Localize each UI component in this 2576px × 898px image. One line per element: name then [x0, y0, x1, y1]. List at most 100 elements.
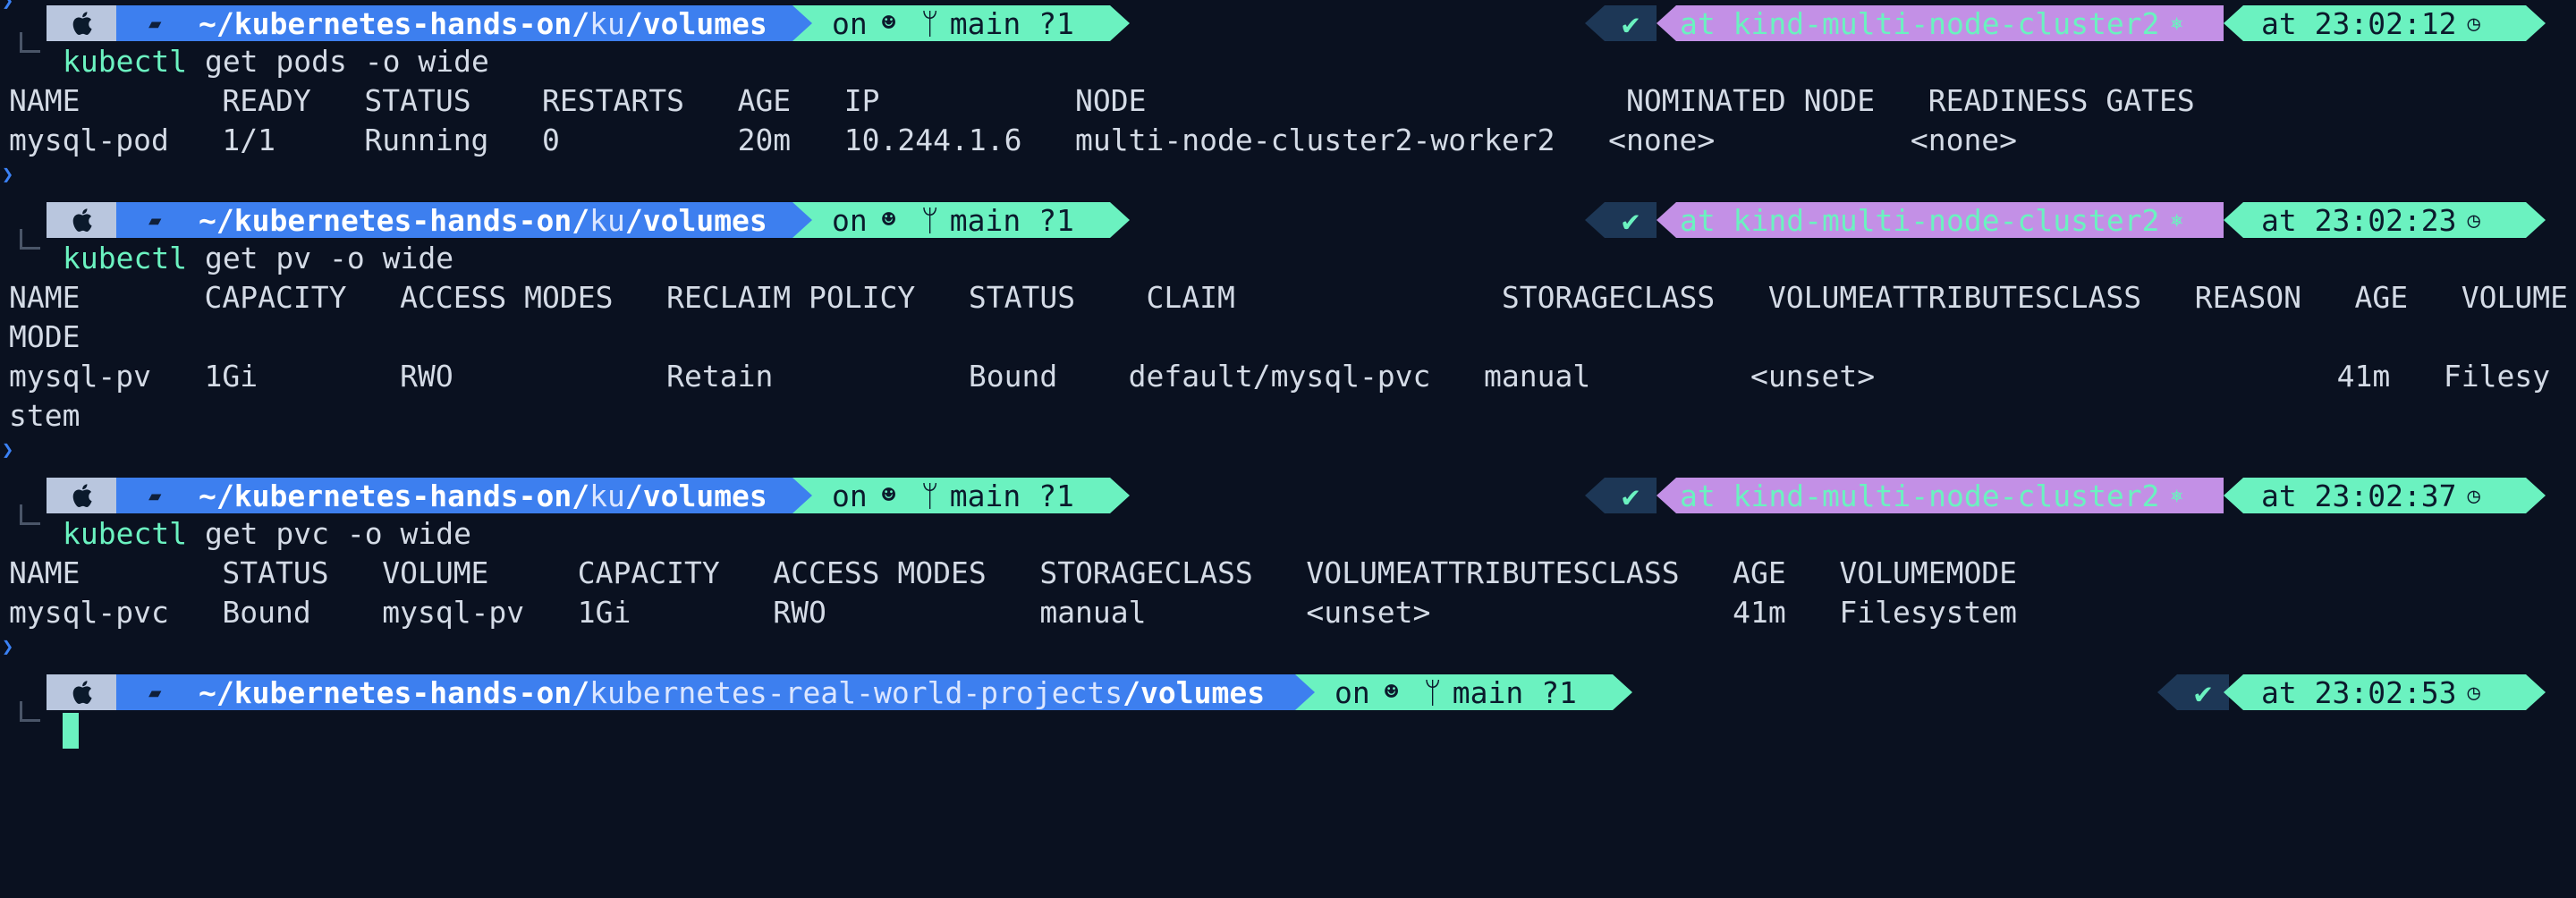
path-leaf: volumes — [642, 5, 767, 41]
git-segment: on ☻ ᛘ main ?1 — [792, 202, 1110, 238]
command-keyword: kubectl — [63, 241, 188, 275]
status-check: ✔ — [1605, 202, 1657, 238]
path-home: ~/kubernetes-hands-on/ — [199, 5, 590, 41]
ctx-arrow — [1657, 5, 1676, 41]
time-segment: at 23:02:23 ◷ — [2243, 202, 2526, 238]
git-on-label: on — [832, 202, 868, 238]
command-keyword: kubectl — [63, 516, 188, 551]
git-branch-icon: ᛘ — [920, 202, 939, 238]
pv-row: mysql-pv 1Gi RWO Retain Bound default/my… — [9, 359, 2551, 394]
context-segment: at kind-multi-node-cluster2 ⎈ — [1676, 478, 2224, 513]
end-arrow — [2526, 478, 2546, 513]
context-label: at kind-multi-node-cluster2 — [1680, 478, 2160, 513]
path-sep: / — [624, 202, 643, 238]
path-leaf: volumes — [642, 478, 767, 513]
pv-header-wrap: MODE — [9, 319, 80, 354]
path-sep: / — [624, 478, 643, 513]
git-branch-label: main ?1 — [1452, 674, 1577, 710]
time-label: at 23:02:37 — [2261, 478, 2457, 513]
terminal-cursor[interactable] — [63, 713, 79, 749]
apple-icon — [72, 681, 92, 704]
time-arrow — [2224, 5, 2243, 41]
command-line: kubectl get pods -o wide — [63, 44, 489, 80]
git-branch-icon: ᛘ — [1423, 674, 1442, 710]
context-segment: at kind-multi-node-cluster2 ⎈ — [1676, 5, 2224, 41]
git-branch-label: main ?1 — [949, 478, 1074, 513]
prompt-elbow — [20, 229, 40, 250]
apple-icon — [72, 208, 92, 232]
kubernetes-icon: ⎈ — [2170, 483, 2183, 508]
context-label: at kind-multi-node-cluster2 — [1680, 202, 2160, 238]
path-mid: kubernetes-real-world-projects — [589, 674, 1123, 710]
caret-right-icon: ❯ — [2, 439, 14, 462]
git-segment: on ☻ ᛘ main ?1 — [792, 5, 1110, 41]
github-icon: ☻ — [1384, 679, 1399, 706]
clock-icon: ◷ — [2467, 680, 2480, 705]
path-home: ~/kubernetes-hands-on/ — [199, 202, 590, 238]
clock-icon: ◷ — [2467, 483, 2480, 508]
context-label: at kind-multi-node-cluster2 — [1680, 5, 2160, 41]
prompt-elbow — [20, 504, 40, 525]
status-check: ✔ — [2177, 674, 2229, 710]
right-start-arrow — [1585, 202, 1605, 238]
end-arrow — [2526, 5, 2546, 41]
path-arrow — [1295, 674, 1315, 710]
apple-segment — [47, 478, 116, 513]
time-arrow — [2224, 202, 2243, 238]
git-segment: on ☻ ᛘ main ?1 — [792, 478, 1110, 513]
time-segment: at 23:02:53 ◷ — [2243, 674, 2526, 710]
github-icon: ☻ — [881, 207, 896, 233]
path-leaf: volumes — [642, 202, 767, 238]
path-mid: ku — [589, 5, 625, 41]
path-arrow — [792, 478, 812, 513]
git-segment: on ☻ ᛘ main ?1 — [1295, 674, 1613, 710]
path-segment: ▰ ~/kubernetes-hands-on/ku / volumes — [116, 5, 792, 41]
git-branch-icon: ᛘ — [920, 478, 939, 513]
pv-row-wrap: stem — [9, 398, 80, 433]
time-label: at 23:02:53 — [2261, 674, 2457, 710]
git-on-label: on — [1335, 674, 1370, 710]
folder-icon: ▰ — [148, 208, 162, 233]
clock-icon: ◷ — [2467, 11, 2480, 36]
git-branch-label: main ?1 — [949, 5, 1074, 41]
git-arrow — [1613, 674, 1632, 710]
github-icon: ☻ — [881, 10, 896, 37]
apple-segment — [47, 5, 116, 41]
command-line: kubectl get pv -o wide — [63, 241, 453, 276]
git-branch-icon: ᛘ — [920, 5, 939, 41]
git-arrow — [1110, 478, 1130, 513]
path-sep: / — [624, 5, 643, 41]
command-args: get pv -o wide — [187, 241, 454, 275]
caret-right-icon: ❯ — [2, 164, 14, 186]
apple-icon — [72, 484, 92, 507]
pods-row: mysql-pod 1/1 Running 0 20m 10.244.1.6 m… — [9, 123, 2018, 157]
pvc-row: mysql-pvc Bound mysql-pv 1Gi RWO manual … — [9, 595, 2018, 630]
kubernetes-icon: ⎈ — [2170, 11, 2183, 36]
time-arrow — [2224, 674, 2243, 710]
git-on-label: on — [832, 5, 868, 41]
right-start-arrow — [2157, 674, 2177, 710]
git-branch-label: main ?1 — [949, 202, 1074, 238]
right-start-arrow — [1585, 5, 1605, 41]
command-args: get pods -o wide — [187, 44, 489, 79]
end-arrow — [2526, 202, 2546, 238]
command-line: kubectl get pvc -o wide — [63, 516, 471, 552]
prompt-elbow — [20, 701, 40, 722]
time-segment: at 23:02:37 ◷ — [2243, 478, 2526, 513]
path-sep: / — [1123, 674, 1140, 710]
path-home: ~/kubernetes-hands-on/ — [199, 674, 590, 710]
ctx-arrow — [1657, 202, 1676, 238]
right-start-arrow — [1585, 478, 1605, 513]
caret-right-icon: ❯ — [2, 0, 14, 13]
context-segment: at kind-multi-node-cluster2 ⎈ — [1676, 202, 2224, 238]
github-icon: ☻ — [881, 482, 896, 509]
path-arrow — [792, 5, 812, 41]
time-arrow — [2224, 478, 2243, 513]
path-mid: ku — [589, 202, 625, 238]
apple-segment — [47, 674, 116, 710]
command-keyword: kubectl — [63, 44, 188, 79]
clock-icon: ◷ — [2467, 208, 2480, 233]
pv-header: NAME CAPACITY ACCESS MODES RECLAIM POLIC… — [9, 280, 2568, 315]
apple-segment — [47, 202, 116, 238]
time-label: at 23:02:12 — [2261, 5, 2457, 41]
